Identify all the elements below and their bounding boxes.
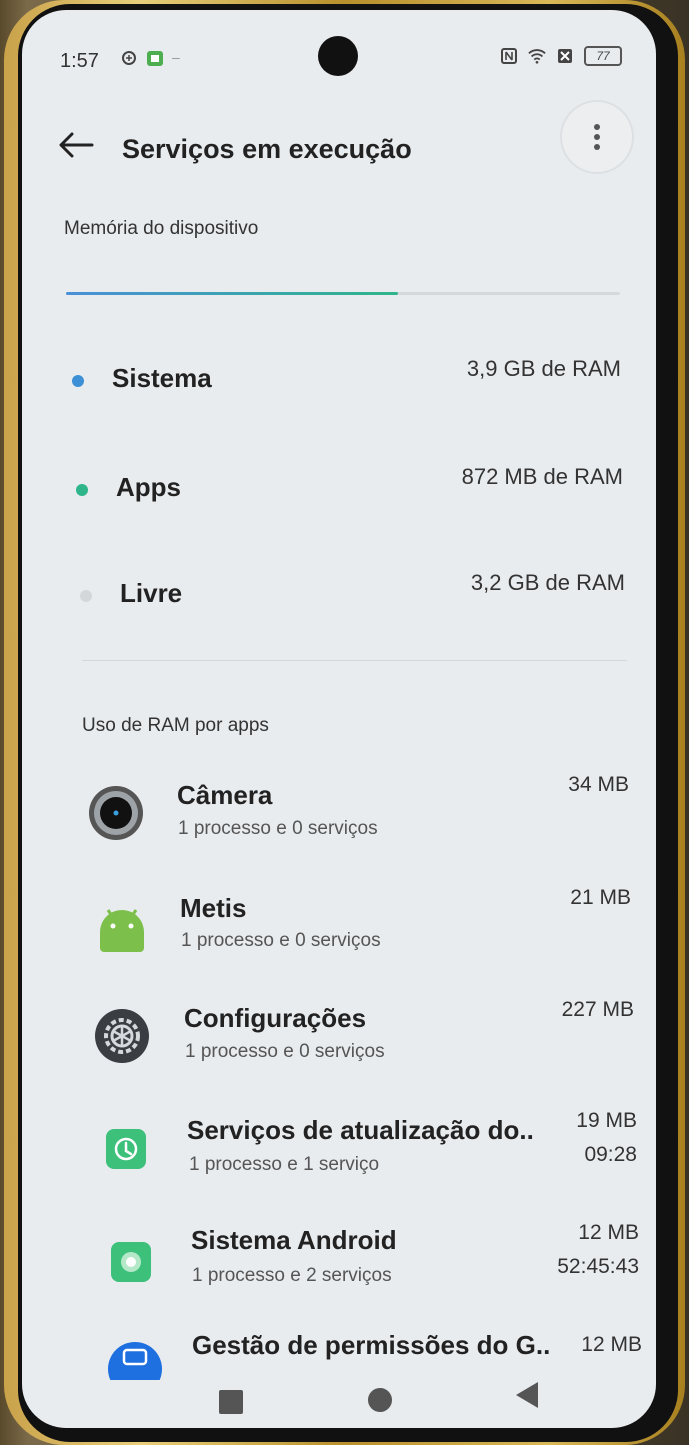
app-row-permissions[interactable]: Gestão de permissões do G..	[192, 1330, 550, 1368]
app-name-update-services[interactable]: Serviços de atualização do..	[187, 1115, 534, 1146]
memory-usage-fill	[66, 292, 399, 295]
legend-free-value: 3,2 GB de RAM	[470, 570, 625, 595]
sim-off-icon	[558, 49, 572, 63]
gear-icon[interactable]	[94, 1008, 150, 1064]
app-value-android-system: 12 MB	[578, 1221, 639, 1244]
page-title: Serviços em execução	[122, 134, 412, 164]
status-icons-right: 77	[500, 46, 622, 66]
app-sub-update-services: 1 processo e 1 serviço	[189, 1154, 380, 1175]
app-sub-settings: 1 processo e 0 serviços	[185, 1041, 385, 1062]
front-camera	[318, 36, 358, 76]
back-arrow-icon[interactable]	[56, 130, 96, 160]
app-value-camera: 34 MB	[568, 773, 629, 796]
app-sub-camera: 1 processo e 0 serviços	[178, 818, 378, 839]
wifi-icon	[528, 49, 546, 64]
legend-free-name: Livre	[120, 578, 183, 608]
legend-row-free	[80, 590, 92, 602]
app-name-camera[interactable]: Câmera	[177, 780, 272, 811]
status-time: 1:57	[60, 50, 99, 72]
app-time-android-system: 52:45:43	[557, 1255, 639, 1278]
sync-icon	[122, 51, 136, 65]
legend-apps-name: Apps	[116, 472, 181, 502]
update-icon[interactable]	[102, 1125, 150, 1173]
status-icons-left: –	[120, 49, 190, 67]
battery-indicator: 77	[584, 46, 622, 66]
notification-app-icon	[147, 51, 163, 66]
camera-icon[interactable]	[88, 785, 144, 841]
apps-section-label: Uso de RAM por apps	[82, 715, 269, 736]
free-dot	[80, 590, 92, 602]
app-value-update-services: 19 MB	[576, 1109, 637, 1132]
more-vert-icon	[594, 124, 600, 150]
recents-button[interactable]	[219, 1390, 243, 1414]
back-button[interactable]	[512, 1380, 542, 1410]
more-options-button[interactable]	[562, 102, 632, 172]
home-button[interactable]	[368, 1388, 392, 1412]
app-value-settings: 227 MB	[561, 998, 634, 1021]
system-dot	[72, 375, 84, 387]
legend-system-value: 3,9 GB de RAM	[466, 356, 621, 381]
android-icon[interactable]	[94, 900, 150, 956]
legend-row-system	[72, 375, 84, 387]
navigation-bar	[22, 1368, 656, 1428]
app-sub-android-system: 1 processo e 2 serviços	[192, 1265, 392, 1286]
app-name-metis[interactable]: Metis	[180, 893, 246, 924]
legend-system-name: Sistema	[112, 363, 212, 393]
dash-icon: –	[172, 49, 180, 65]
app-sub-metis: 1 processo e 0 serviços	[181, 930, 381, 951]
android-system-icon[interactable]	[107, 1238, 155, 1286]
memory-usage-bar	[66, 292, 620, 295]
app-name-android-system[interactable]: Sistema Android	[191, 1225, 397, 1256]
nfc-icon	[501, 48, 517, 64]
app-name-permissions[interactable]: Gestão de permissões do G..	[192, 1330, 550, 1360]
app-time-update-services: 09:28	[584, 1143, 637, 1166]
memory-label: Memória do dispositivo	[64, 218, 259, 239]
app-value-metis: 21 MB	[570, 886, 631, 909]
legend-row-apps	[76, 484, 88, 496]
legend-apps-value: 872 MB de RAM	[461, 464, 623, 489]
app-name-settings[interactable]: Configurações	[184, 1003, 366, 1034]
divider	[82, 660, 627, 661]
phone-screen: 1:57 – 77 Serviços em execução Memória d…	[22, 10, 656, 1428]
apps-dot	[76, 484, 88, 496]
app-value-permissions: 12 MB	[581, 1333, 642, 1356]
